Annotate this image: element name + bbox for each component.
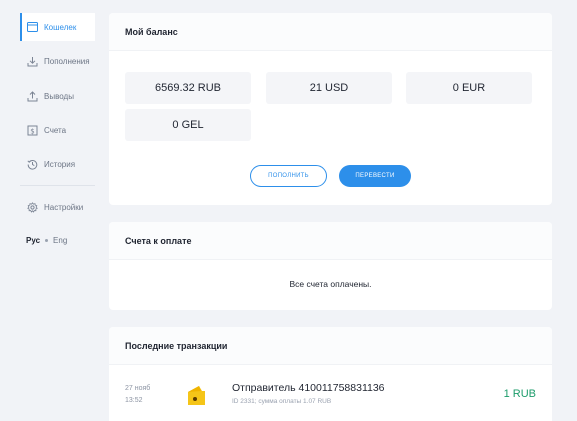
sidebar-item-label: Кошелек xyxy=(44,22,77,32)
invoices-card: Счета к оплате Все счета оплачены. xyxy=(109,222,552,310)
transaction-time: 13:52 xyxy=(125,397,143,404)
transactions-card: Последние транзакции 27 нояб 13:52 Отпра… xyxy=(109,327,552,421)
transaction-title: Отправитель 410011758831136 xyxy=(232,382,385,394)
invoices-title: Счета к оплате xyxy=(109,222,552,260)
transaction-amount: 1 RUB xyxy=(503,388,536,400)
balance-eur: 0 EUR xyxy=(406,72,532,104)
sidebar-item-label: Счета xyxy=(44,125,67,135)
sidebar-item-label: История xyxy=(44,159,76,169)
sidebar: Кошелек Пополнения Выводы $ Счета Истори… xyxy=(0,0,108,421)
transaction-date: 27 нояб xyxy=(125,385,151,392)
svg-text:$: $ xyxy=(30,127,34,135)
invoices-empty-message: Все счета оплачены. xyxy=(289,279,372,289)
language-switcher: Рус Eng xyxy=(26,236,67,245)
sidebar-item-withdrawals[interactable]: Выводы xyxy=(20,82,95,110)
gear-icon xyxy=(26,201,38,213)
sidebar-divider xyxy=(20,185,95,186)
invoice-icon: $ xyxy=(26,124,38,136)
lang-separator xyxy=(45,239,49,242)
balance-card: Мой баланс 6569.32 RUB 21 USD 0 EUR 0 GE… xyxy=(109,13,552,205)
balance-rub: 6569.32 RUB xyxy=(125,72,251,104)
sidebar-item-deposits[interactable]: Пополнения xyxy=(20,47,95,75)
lang-other[interactable]: Eng xyxy=(53,236,67,245)
transfer-button[interactable]: ПЕРЕВЕСТИ xyxy=(339,165,411,187)
sidebar-item-label: Пополнения xyxy=(44,56,90,66)
transaction-subtitle: ID 2331; сумма оплаты 1.07 RUB xyxy=(232,398,332,405)
transaction-datetime: 27 нояб 13:52 xyxy=(125,383,150,407)
balance-title: Мой баланс xyxy=(109,13,552,51)
balance-usd: 21 USD xyxy=(266,72,392,104)
sidebar-item-label: Выводы xyxy=(44,91,74,101)
sidebar-item-invoices[interactable]: $ Счета xyxy=(20,116,95,144)
sidebar-item-history[interactable]: История xyxy=(20,150,95,178)
topup-button[interactable]: ПОПОЛНИТЬ xyxy=(250,165,327,187)
yoomoney-wallet-icon xyxy=(185,383,207,412)
lang-current[interactable]: Рус xyxy=(26,236,40,245)
transactions-title: Последние транзакции xyxy=(109,327,552,365)
history-icon xyxy=(26,158,38,170)
balance-gel: 0 GEL xyxy=(125,109,251,141)
sidebar-item-settings[interactable]: Настройки xyxy=(20,193,95,221)
sidebar-item-wallet[interactable]: Кошелек xyxy=(20,13,95,41)
download-icon xyxy=(26,55,38,67)
sidebar-item-label: Настройки xyxy=(44,202,84,212)
wallet-icon xyxy=(26,21,38,33)
upload-icon xyxy=(26,90,38,102)
